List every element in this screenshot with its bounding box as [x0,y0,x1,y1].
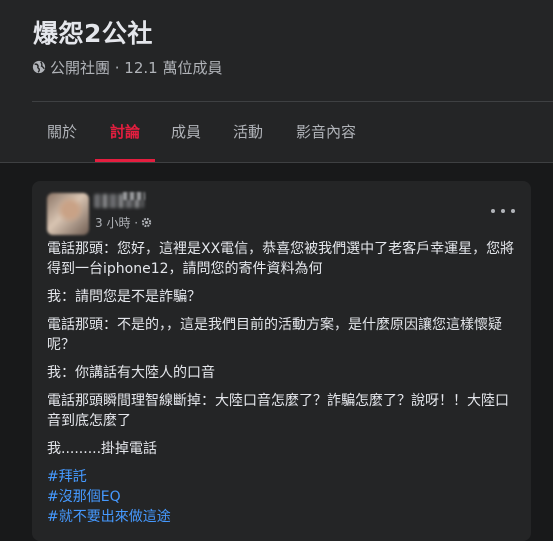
post-paragraph: 我：請問您是不是詐騙？ [47,289,201,305]
avatar[interactable] [47,193,89,235]
post-paragraph: 電話那頭：不是的，，這是我們目前的活動方案，是什麼原因讓您這樣懷疑呢？ [47,317,502,353]
globe-icon [32,60,46,74]
hashtag-link[interactable]: #拜託 [47,467,522,487]
tab-discussion[interactable]: 討論 [95,102,155,162]
group-title[interactable]: 爆怨2公社 [33,14,153,50]
post-card: 3 小時 · 電話那頭：您好，這裡是XX電信，恭喜您被我們選中了老客戶幸運星，您… [32,181,531,541]
tab-events[interactable]: 活動 [224,102,272,162]
more-horizontal-icon [491,209,495,213]
hashtag-link[interactable]: #沒那個EQ [47,487,522,507]
more-options-button[interactable] [491,203,515,219]
post-body: 電話那頭：您好，這裡是XX電信，恭喜您被我們選中了老客戶幸運星，您將得到一台ip… [47,239,522,527]
post-paragraph: 電話那頭：您好，這裡是XX電信，恭喜您被我們選中了老客戶幸運星，您將得到一台ip… [47,241,515,277]
post-paragraph: 我：你講話有大陸人的口音 [47,365,215,381]
tab-members[interactable]: 成員 [163,102,209,162]
tab-media[interactable]: 影音內容 [286,102,366,162]
post-timestamp[interactable]: 3 小時 · [95,214,138,231]
post-paragraph: 我.........掛掉電話 [47,441,158,457]
group-meta: 公開社團 · 12.1 萬位成員 [32,57,222,77]
author-name-blurred-extra [123,192,145,200]
post-paragraph: 電話那頭瞬間理智線斷掉：大陸口音怎麼了？詐騙怎麼了？說呀！！大陸口音到底怎麼了 [47,393,509,429]
group-tabs: 關於 討論 成員 活動 影音內容 [0,102,553,162]
group-meta-text: 公開社團 · 12.1 萬位成員 [50,58,223,77]
hashtag-link[interactable]: #就不要出來做這途 [47,507,522,527]
post-meta: 3 小時 · [95,214,152,230]
gear-icon [141,217,152,227]
group-header: 爆怨2公社 公開社團 · 12.1 萬位成員 關於 討論 成員 活動 影音內容 [0,0,553,163]
tab-about[interactable]: 關於 [37,102,87,162]
